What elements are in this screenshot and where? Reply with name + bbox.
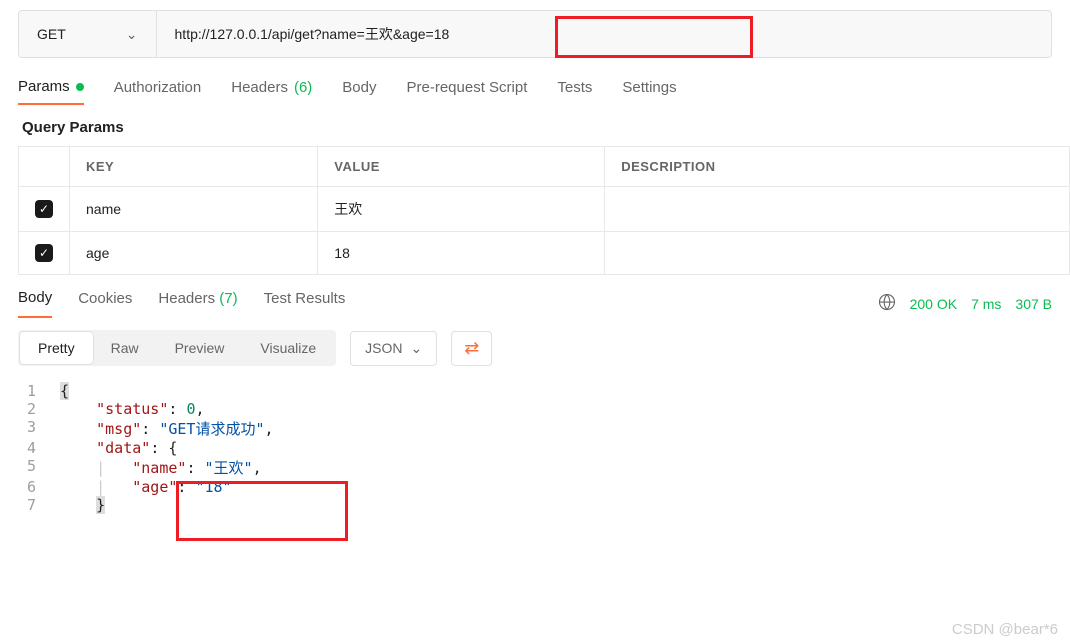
active-dot-icon	[76, 83, 84, 91]
format-select[interactable]: JSON ⌄	[350, 331, 437, 366]
col-description: DESCRIPTION	[605, 147, 1070, 187]
wrap-icon: ⇄	[464, 338, 479, 358]
response-time: 7 ms	[971, 296, 1001, 312]
col-value: VALUE	[318, 147, 605, 187]
view-bar: Pretty Raw Preview Visualize JSON ⌄ ⇄	[0, 318, 1070, 378]
tab-prerequest[interactable]: Pre-request Script	[407, 78, 528, 105]
rtab-headers[interactable]: Headers (7)	[158, 290, 237, 317]
response-tabs: Body Cookies Headers (7) Test Results 20…	[0, 275, 1070, 318]
param-description[interactable]	[605, 232, 1070, 275]
tab-headers[interactable]: Headers (6)	[231, 78, 312, 105]
rtab-test-results[interactable]: Test Results	[264, 290, 346, 317]
tab-settings[interactable]: Settings	[622, 78, 676, 105]
param-value[interactable]: 18	[318, 232, 605, 275]
query-params-title: Query Params	[0, 105, 1070, 146]
param-key[interactable]: age	[70, 232, 318, 275]
tab-tests[interactable]: Tests	[557, 78, 592, 105]
vtab-raw[interactable]: Raw	[93, 332, 157, 364]
checkbox[interactable]: ✓	[35, 200, 53, 218]
tab-authorization[interactable]: Authorization	[114, 78, 202, 105]
param-key[interactable]: name	[70, 187, 318, 232]
request-tabs: Params Authorization Headers (6) Body Pr…	[0, 58, 1070, 105]
query-params-table: KEY VALUE DESCRIPTION ✓ name 王欢 ✓ age 18	[18, 146, 1070, 275]
vtab-pretty[interactable]: Pretty	[20, 332, 93, 364]
param-description[interactable]	[605, 187, 1070, 232]
chevron-down-icon: ⌄	[411, 340, 423, 357]
tab-body[interactable]: Body	[342, 78, 376, 105]
vtab-visualize[interactable]: Visualize	[242, 332, 334, 364]
tab-params[interactable]: Params	[18, 78, 84, 105]
vtab-preview[interactable]: Preview	[157, 332, 243, 364]
table-row[interactable]: ✓ age 18	[19, 232, 1070, 275]
method-label: GET	[37, 26, 66, 42]
rtab-body[interactable]: Body	[18, 289, 52, 318]
response-size: 307 B	[1015, 296, 1052, 312]
watermark: CSDN @bear*6	[952, 621, 1058, 638]
url-text: http://127.0.0.1/api/get?name=王欢&age=18	[175, 24, 450, 44]
checkbox[interactable]: ✓	[35, 244, 53, 262]
chevron-down-icon: ⌄	[126, 26, 138, 43]
globe-icon[interactable]	[878, 293, 896, 314]
url-input[interactable]: http://127.0.0.1/api/get?name=王欢&age=18	[157, 11, 1051, 57]
status-code: 200 OK	[910, 296, 957, 312]
table-row[interactable]: ✓ name 王欢	[19, 187, 1070, 232]
response-body[interactable]: 1{ 2 "status": 0, 3 "msg": "GET请求成功", 4 …	[0, 378, 1070, 518]
rtab-cookies[interactable]: Cookies	[78, 290, 132, 317]
annotation-highlight	[555, 16, 753, 58]
col-key: KEY	[70, 147, 318, 187]
method-select[interactable]: GET ⌄	[19, 11, 157, 57]
param-value[interactable]: 王欢	[318, 187, 605, 232]
wrap-button[interactable]: ⇄	[451, 331, 492, 366]
